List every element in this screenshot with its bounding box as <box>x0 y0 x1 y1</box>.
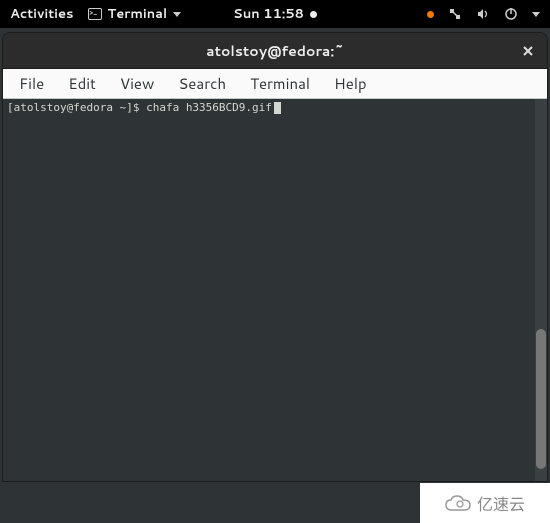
menu-edit[interactable]: Edit <box>58 70 106 97</box>
menu-terminal[interactable]: Terminal <box>240 70 320 97</box>
terminal-window: atolstoy@fedora:~ File Edit View Search … <box>2 32 548 482</box>
app-menu-label: Terminal <box>108 5 168 23</box>
window-titlebar[interactable]: atolstoy@fedora:~ <box>3 33 547 69</box>
window-title: atolstoy@fedora:~ <box>206 41 344 61</box>
cursor-icon <box>274 102 281 114</box>
power-icon <box>504 7 518 21</box>
update-indicator-icon <box>427 11 434 18</box>
menubar: File Edit View Search Terminal Help <box>3 69 547 99</box>
chevron-down-icon <box>173 12 181 17</box>
volume-icon <box>476 7 490 21</box>
shell-command: chafa h3356BCD9.gif <box>146 101 272 114</box>
watermark: 亿速云 <box>420 483 550 523</box>
menu-search[interactable]: Search <box>168 70 236 97</box>
menu-file[interactable]: File <box>9 70 54 97</box>
topbar-left: Activities Terminal <box>10 5 181 23</box>
activities-button[interactable]: Activities <box>10 5 74 23</box>
gnome-topbar: Activities Terminal Sun 11:58 <box>0 0 550 28</box>
cloud-icon <box>445 494 471 512</box>
close-button[interactable] <box>517 40 539 62</box>
menu-help[interactable]: Help <box>324 70 377 97</box>
scrollbar-track[interactable] <box>535 99 547 481</box>
close-icon <box>522 45 534 57</box>
notification-dot-icon <box>310 11 317 18</box>
clock[interactable]: Sun 11:58 <box>233 5 317 23</box>
chevron-down-icon <box>532 12 540 17</box>
system-status-area[interactable] <box>427 7 540 21</box>
terminal-mini-icon <box>88 8 102 20</box>
terminal-line: [atolstoy@fedora ~]$ chafa h3356BCD9.gif <box>7 101 543 115</box>
clock-label: Sun 11:58 <box>233 5 304 23</box>
watermark-text: 亿速云 <box>477 491 525 516</box>
scrollbar-thumb[interactable] <box>536 329 546 469</box>
app-menu[interactable]: Terminal <box>88 5 182 23</box>
terminal-viewport[interactable]: [atolstoy@fedora ~]$ chafa h3356BCD9.gif <box>3 99 547 481</box>
menu-view[interactable]: View <box>110 70 165 97</box>
network-icon <box>448 7 462 21</box>
shell-prompt: [atolstoy@fedora ~]$ <box>7 101 146 114</box>
